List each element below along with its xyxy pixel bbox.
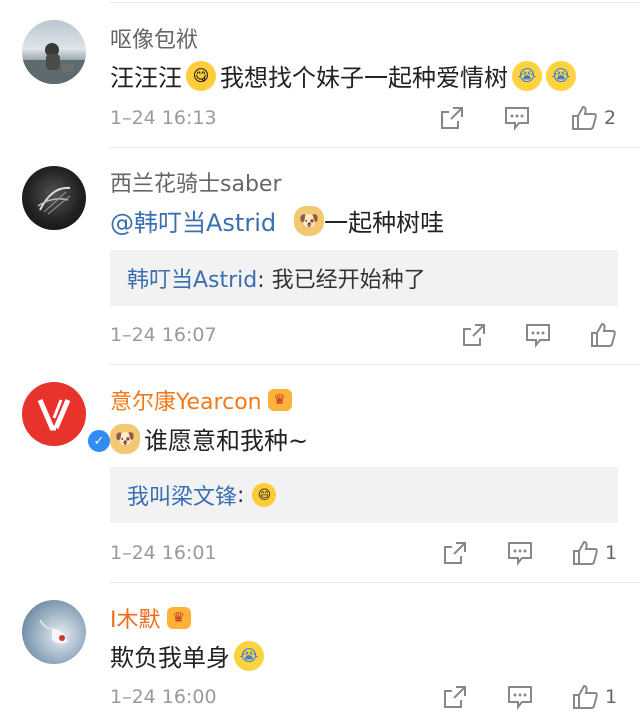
comment-text: 🐶 谁愿意和我种~ xyxy=(110,421,308,456)
crown-badge-icon: ♛ xyxy=(267,389,292,411)
avatar[interactable]: ✓ xyxy=(22,382,112,454)
avatar-image xyxy=(39,619,68,644)
like-count: 1 xyxy=(605,686,618,708)
comment-username[interactable]: 意尔康Yearcon ♛ xyxy=(110,384,292,416)
avatar-image xyxy=(22,43,86,84)
crown-badge-icon: ♛ xyxy=(166,607,191,629)
comment-timestamp: 1–24 16:07 xyxy=(110,324,217,346)
comment-timestamp: 1–24 16:01 xyxy=(110,542,217,564)
comment-text: @韩叮当Astrid 🐶 一起种树哇 xyxy=(110,203,444,238)
comment-text-part: 我想找个妹子一起种爱情树 xyxy=(220,64,508,92)
quoted-reply[interactable]: 韩叮当Astrid : 我已经开始种了 xyxy=(110,250,618,306)
comment-timestamp: 1–24 16:13 xyxy=(110,107,217,129)
verified-badge-icon: ✓ xyxy=(86,428,112,454)
comment-icon[interactable] xyxy=(505,682,535,712)
like-count: 1 xyxy=(605,542,618,564)
comment-text-part: 谁愿意和我种~ xyxy=(144,427,309,455)
crying-emoji-icon: 😭 xyxy=(512,60,542,91)
avatar[interactable] xyxy=(22,20,86,84)
comment-divider xyxy=(110,582,640,583)
quoted-reply-text: : xyxy=(237,482,245,508)
thumbs-up-icon[interactable] xyxy=(588,320,618,350)
crying-emoji-icon: 😭 xyxy=(234,640,264,671)
comment-text-part: 欺负我单身 xyxy=(110,644,230,672)
mention-link[interactable]: @韩叮当Astrid xyxy=(110,203,276,238)
comment-divider xyxy=(110,2,640,3)
comment-username[interactable]: 西兰花骑士saber xyxy=(110,166,282,198)
comment-text: 汪汪汪 😋 我想找个妹子一起种爱情树 😭 😭 xyxy=(110,58,580,93)
thumbs-up-icon[interactable] xyxy=(569,103,599,133)
comment-username-text: 意尔康Yearcon xyxy=(110,390,262,415)
share-icon[interactable] xyxy=(459,320,489,350)
quoted-reply-username[interactable]: 韩叮当Astrid xyxy=(127,262,257,294)
comment-text-part: 汪汪汪 xyxy=(110,64,182,92)
share-icon[interactable] xyxy=(437,103,467,133)
comment-divider xyxy=(110,147,640,148)
doge-emoji-icon: 🐶 xyxy=(294,205,325,236)
comment-text: 欺负我单身 😭 xyxy=(110,638,268,673)
comment-icon[interactable] xyxy=(502,103,532,133)
quoted-reply-username[interactable]: 我叫梁文锋 xyxy=(127,479,237,511)
comment-username[interactable]: I木默 ♛ xyxy=(110,602,191,634)
comment-text-part: 一起种树哇 xyxy=(324,209,445,237)
laughing-emoji-icon: 😄 xyxy=(252,483,277,507)
thumbs-up-icon[interactable] xyxy=(570,682,600,712)
yum-emoji-icon: 😋 xyxy=(186,60,216,91)
like-count: 2 xyxy=(604,107,617,129)
comment-username[interactable]: 呕像包袱 xyxy=(110,22,198,54)
share-icon[interactable] xyxy=(440,682,470,712)
crying-emoji-icon: 😭 xyxy=(546,60,576,91)
share-icon[interactable] xyxy=(440,538,470,568)
comment-divider xyxy=(110,364,640,365)
doge-emoji-icon: 🐶 xyxy=(110,423,140,454)
avatar-image xyxy=(37,186,71,215)
avatar[interactable] xyxy=(22,600,86,664)
quoted-reply[interactable]: 我叫梁文锋 : 😄 xyxy=(110,467,618,523)
comment-username-text: I木默 xyxy=(110,608,161,633)
thumbs-up-icon[interactable] xyxy=(570,538,600,568)
comment-icon[interactable] xyxy=(523,320,553,350)
quoted-reply-text: : 我已经开始种了 xyxy=(257,268,426,293)
comment-icon[interactable] xyxy=(505,538,535,568)
brand-logo-icon xyxy=(22,382,86,446)
avatar[interactable] xyxy=(22,166,86,230)
comment-timestamp: 1–24 16:00 xyxy=(110,686,217,708)
